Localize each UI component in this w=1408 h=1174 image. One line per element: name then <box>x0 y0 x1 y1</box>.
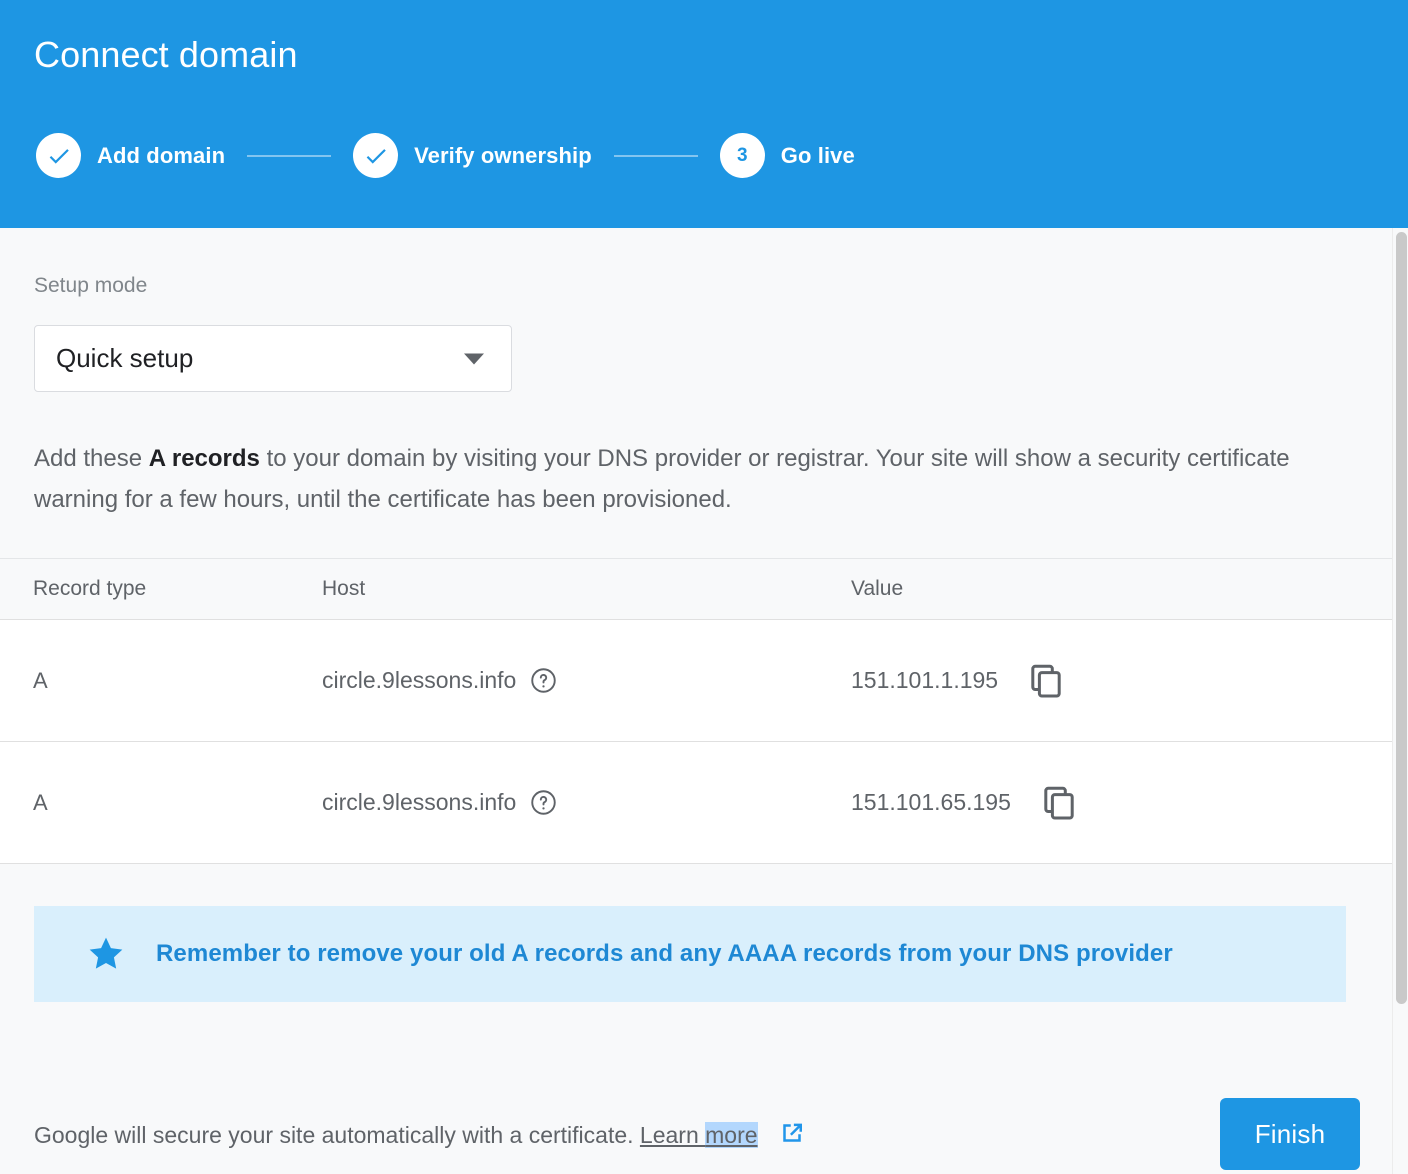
copy-icon[interactable] <box>1041 785 1077 821</box>
setup-mode-value: Quick setup <box>56 343 194 373</box>
cell-host: circle.9lessons.info <box>322 667 851 694</box>
step-2-label: Verify ownership <box>414 142 592 168</box>
host-value: circle.9lessons.info <box>322 667 517 693</box>
check-icon <box>49 148 69 164</box>
connect-domain-dialog: Connect domain Add domain Verify ownersh… <box>0 0 1408 1174</box>
description-before: Add these <box>34 445 149 472</box>
dns-records-table: Record type Host Value A circle.9lessons… <box>0 558 1392 864</box>
dialog-header: Connect domain Add domain Verify ownersh… <box>0 0 1408 228</box>
table-row: A circle.9lessons.info 151.101.1.195 <box>0 620 1392 742</box>
cell-record-type: A <box>33 667 48 693</box>
page-title: Connect domain <box>34 34 298 75</box>
step-1-label: Add domain <box>97 142 226 168</box>
chevron-down-icon <box>464 353 484 364</box>
help-circle-icon[interactable] <box>530 789 557 816</box>
records-description: Add these A records to your domain by vi… <box>34 438 1324 520</box>
copy-icon[interactable] <box>1028 663 1064 699</box>
host-value: circle.9lessons.info <box>322 789 517 815</box>
step-1-circle <box>36 133 81 178</box>
step-3-number: 3 <box>736 145 748 166</box>
table-row: A circle.9lessons.info 151.101.65.195 <box>0 742 1392 864</box>
step-connector-2 <box>613 154 698 157</box>
external-link-icon[interactable] <box>777 1118 807 1154</box>
cell-record-type: A <box>33 789 48 815</box>
column-header-record-type: Record type <box>33 577 147 600</box>
step-add-domain[interactable]: Add domain <box>36 133 225 178</box>
certificate-note-text: Google will secure your site automatical… <box>34 1122 634 1148</box>
reminder-banner: Remember to remove your old A records an… <box>34 906 1346 1002</box>
reminder-banner-text: Remember to remove your old A records an… <box>156 940 1173 967</box>
table-header-row: Record type Host Value <box>0 558 1392 620</box>
record-value: 151.101.65.195 <box>851 789 1011 815</box>
cell-host: circle.9lessons.info <box>322 789 851 816</box>
step-connector-1 <box>247 154 332 157</box>
record-value: 151.101.1.195 <box>851 667 999 693</box>
column-header-host: Host <box>322 577 366 600</box>
step-3-circle: 3 <box>719 133 765 178</box>
help-circle-icon[interactable] <box>530 667 557 694</box>
setup-mode-label: Setup mode <box>34 274 148 297</box>
learn-more-link[interactable]: Learn more <box>640 1122 758 1148</box>
step-3-label: Go live <box>780 142 855 168</box>
step-2-circle <box>353 133 399 178</box>
step-go-live[interactable]: 3 Go live <box>719 133 855 178</box>
learn-more-plain: Learn <box>639 1122 706 1148</box>
dialog-footer: Google will secure your site automatical… <box>0 1046 1392 1174</box>
learn-more-selected-text: more <box>705 1122 758 1148</box>
setup-mode-select[interactable]: Quick setup <box>34 325 512 392</box>
column-header-value: Value <box>851 577 904 600</box>
step-verify-ownership[interactable]: Verify ownership <box>353 133 592 178</box>
scrollbar-thumb[interactable] <box>1396 232 1407 1004</box>
check-icon <box>366 148 386 164</box>
finish-button[interactable]: Finish <box>1220 1098 1360 1170</box>
description-bold: A records <box>148 445 260 472</box>
dialog-body: Setup mode Quick setup Add these A recor… <box>0 228 1392 1174</box>
star-icon <box>86 934 126 974</box>
cell-value: 151.101.1.195 <box>851 663 1392 699</box>
certificate-note: Google will secure your site automatical… <box>34 1118 807 1154</box>
stepper: Add domain Verify ownership 3 Go live <box>36 133 855 178</box>
vertical-scrollbar[interactable] <box>1392 228 1408 1174</box>
cell-value: 151.101.65.195 <box>851 785 1392 821</box>
